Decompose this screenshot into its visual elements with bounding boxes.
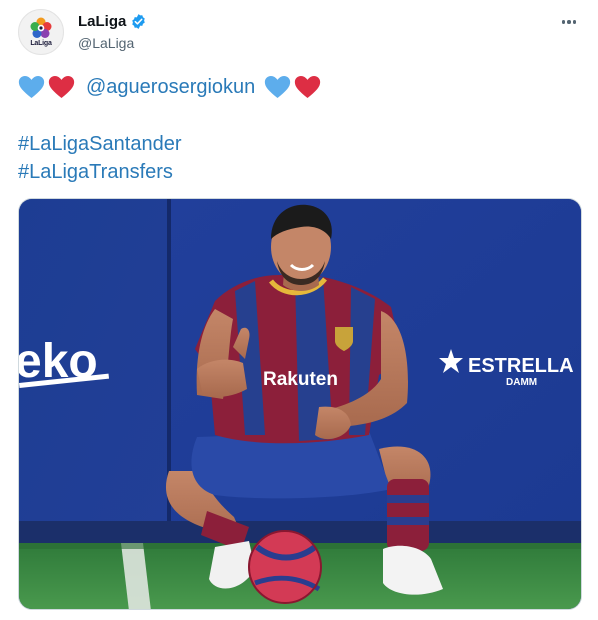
blue-heart-icon [18, 76, 45, 98]
laliga-logo-icon [30, 17, 52, 38]
tweet-card: LaLiga LaLiga @LaLiga @aguerosergiokun #… [0, 0, 598, 620]
account-handle[interactable]: @LaLiga [78, 35, 134, 51]
red-heart-icon [48, 76, 75, 98]
verified-badge-icon [132, 14, 146, 29]
hashtag-link[interactable]: #LaLigaSantander [18, 130, 181, 158]
avatar-logo-text: LaLiga [30, 40, 52, 47]
more-options-icon[interactable] [556, 12, 582, 32]
hashtag-list: #LaLigaSantander #LaLigaTransfers [18, 130, 181, 186]
sponsor-text: ESTRELLA [468, 355, 574, 377]
shirt-sponsor-text: Rakuten [263, 369, 338, 390]
display-name[interactable]: LaLiga [78, 13, 126, 30]
name-row: LaLiga [78, 13, 147, 30]
blue-heart-icon [265, 76, 291, 98]
avatar[interactable]: LaLiga [18, 9, 64, 55]
tweet-text-line: @aguerosergiokun [18, 72, 321, 102]
photo-illustration: eko ESTRELLA DAMM Rakuten [19, 199, 581, 609]
mention-link[interactable]: @aguerosergiokun [86, 76, 255, 99]
hashtag-link[interactable]: #LaLigaTransfers [18, 158, 181, 186]
sponsor-subtext: DAMM [506, 377, 537, 388]
red-heart-icon [295, 76, 321, 98]
tweet-photo[interactable]: eko ESTRELLA DAMM Rakuten [18, 198, 582, 610]
